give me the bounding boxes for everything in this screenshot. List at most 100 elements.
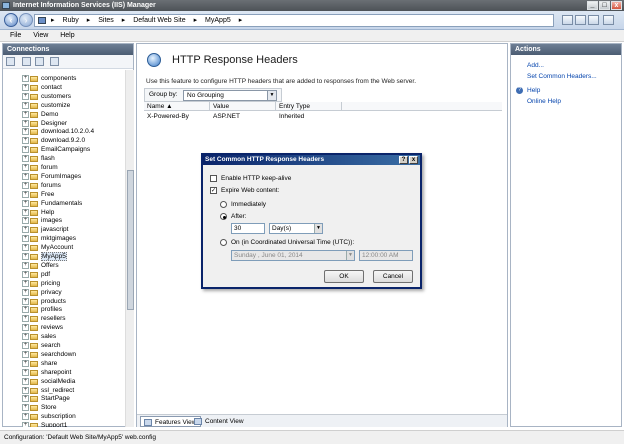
column-entry-type[interactable]: Entry Type	[276, 102, 342, 111]
tree-item[interactable]: + customize	[22, 101, 70, 110]
action-add[interactable]: Add...	[527, 62, 544, 69]
expand-icon[interactable]: +	[22, 110, 29, 118]
expand-icon[interactable]: +	[22, 422, 29, 427]
expand-icon[interactable]: +	[22, 164, 29, 171]
tree-item[interactable]: + search	[22, 341, 61, 350]
breadcrumb-ruby[interactable]: Ruby	[62, 17, 78, 24]
breadcrumb-sites[interactable]: Sites	[98, 17, 114, 24]
up-icon[interactable]	[35, 57, 44, 66]
expand-icon[interactable]: +	[22, 333, 29, 341]
expand-icon[interactable]: +	[22, 386, 29, 394]
expand-icon[interactable]: +	[22, 235, 29, 243]
expand-icon[interactable]: +	[22, 101, 29, 109]
tree-item[interactable]: + javascript	[22, 225, 68, 234]
tree-item[interactable]: + sharepoint	[22, 368, 71, 377]
tree-item[interactable]: + share	[22, 359, 57, 368]
expand-icon[interactable]: +	[22, 350, 29, 358]
tree-item[interactable]: + contact	[22, 83, 62, 92]
expand-icon[interactable]: +	[22, 324, 29, 332]
menu-help[interactable]: Help	[60, 32, 74, 39]
expand-icon[interactable]: +	[22, 83, 29, 91]
expand-icon[interactable]: +	[22, 404, 29, 412]
tree-item[interactable]: + MyApp5	[22, 252, 67, 261]
expand-icon[interactable]: +	[22, 342, 29, 349]
expand-icon[interactable]: +	[22, 172, 29, 180]
expand-icon[interactable]: +	[22, 128, 29, 136]
stop-icon[interactable]	[575, 15, 586, 25]
expand-icon[interactable]: +	[22, 306, 29, 314]
tree-item[interactable]: + subscription	[22, 412, 76, 421]
refresh-icon[interactable]	[562, 15, 573, 25]
expand-icon[interactable]: +	[22, 92, 29, 100]
tree-item[interactable]: + Demo	[22, 110, 58, 119]
expand-icon[interactable]: +	[22, 395, 29, 403]
date-picker[interactable]: Sunday , June 01, 2014 ▼	[231, 250, 355, 261]
tree-item[interactable]: + Free	[22, 190, 54, 199]
tree-item[interactable]: + flash	[22, 154, 55, 163]
expand-icon[interactable]: +	[22, 297, 29, 305]
expand-icon[interactable]: +	[22, 253, 29, 260]
menu-file[interactable]: File	[10, 32, 21, 39]
tree-item[interactable]: + reviews	[22, 323, 63, 332]
action-set-common-headers[interactable]: Set Common Headers...	[527, 73, 597, 80]
tree-item[interactable]: + download.9.2.0	[22, 136, 85, 145]
tree-item[interactable]: + MyAccount	[22, 243, 73, 252]
dialog-close-button[interactable]: x	[409, 156, 418, 164]
dialog-help-button[interactable]: ?	[399, 156, 408, 164]
ok-button[interactable]: OK	[324, 270, 364, 283]
expand-icon[interactable]: +	[22, 359, 29, 367]
help-icon[interactable]	[603, 15, 614, 25]
tree-item[interactable]: + mktgimages	[22, 234, 76, 243]
tree-scrollbar[interactable]	[125, 70, 134, 427]
tree-item[interactable]: + Help	[22, 208, 54, 217]
tree-item[interactable]: + StartPage	[22, 394, 70, 403]
expand-icon[interactable]: +	[22, 146, 29, 154]
expand-icon[interactable]: +	[22, 190, 29, 198]
minimize-button[interactable]: _	[587, 1, 598, 10]
tree-item[interactable]: + ssl_redirect	[22, 386, 74, 395]
expand-icon[interactable]: +	[22, 315, 29, 323]
expand-icon[interactable]: +	[22, 181, 29, 189]
expand-icon[interactable]: +	[22, 270, 29, 278]
expand-icon[interactable]: +	[22, 119, 29, 127]
tree-item[interactable]: + profiles	[22, 305, 62, 314]
tree-item[interactable]: + customers	[22, 92, 71, 101]
tree-item[interactable]: + products	[22, 297, 66, 306]
on-radio[interactable]	[220, 239, 227, 246]
after-radio[interactable]	[220, 213, 227, 220]
tree-item[interactable]: + Offers	[22, 261, 59, 270]
expand-icon[interactable]: +	[22, 226, 29, 234]
scroll-thumb[interactable]	[127, 170, 134, 310]
save-icon[interactable]	[22, 57, 31, 66]
time-picker[interactable]: 12:00:00 AM	[359, 250, 413, 261]
tree-item[interactable]: + Store	[22, 403, 57, 412]
expand-icon[interactable]: +	[22, 279, 29, 287]
tree-item[interactable]: + privacy	[22, 288, 62, 297]
action-online-help[interactable]: Online Help	[527, 98, 561, 105]
tree-item[interactable]: + forums	[22, 181, 61, 190]
tree-item[interactable]: + Fundamentals	[22, 199, 82, 208]
expand-icon[interactable]: +	[22, 75, 29, 82]
tree-item[interactable]: + pricing	[22, 279, 60, 288]
expand-icon[interactable]: +	[22, 288, 29, 296]
tree-item[interactable]: + pdf	[22, 270, 50, 279]
expand-icon[interactable]: +	[22, 155, 29, 163]
menu-view[interactable]: View	[33, 32, 48, 39]
tab-content-view[interactable]: Content View	[191, 416, 248, 427]
close-button[interactable]: x	[611, 1, 622, 10]
maximize-button[interactable]: □	[599, 1, 610, 10]
unit-select[interactable]: Day(s) ▼	[269, 223, 323, 234]
immediately-radio[interactable]	[220, 201, 227, 208]
forward-button[interactable]: ›	[19, 13, 33, 27]
tree-item[interactable]: + Designer	[22, 119, 67, 128]
tree-item[interactable]: + download.10.2.0.4	[22, 127, 94, 136]
tree-item[interactable]: + Support1	[22, 421, 67, 427]
group-by-select[interactable]: No Grouping ▼	[183, 90, 277, 101]
keep-alive-checkbox[interactable]	[210, 175, 217, 182]
column-name[interactable]: Name ▲	[144, 102, 210, 111]
column-value[interactable]: Value	[210, 102, 276, 111]
tree-item[interactable]: + resellers	[22, 314, 66, 323]
tree-icon[interactable]	[50, 57, 59, 66]
tree-item[interactable]: + images	[22, 216, 62, 225]
expand-icon[interactable]: +	[22, 137, 29, 145]
